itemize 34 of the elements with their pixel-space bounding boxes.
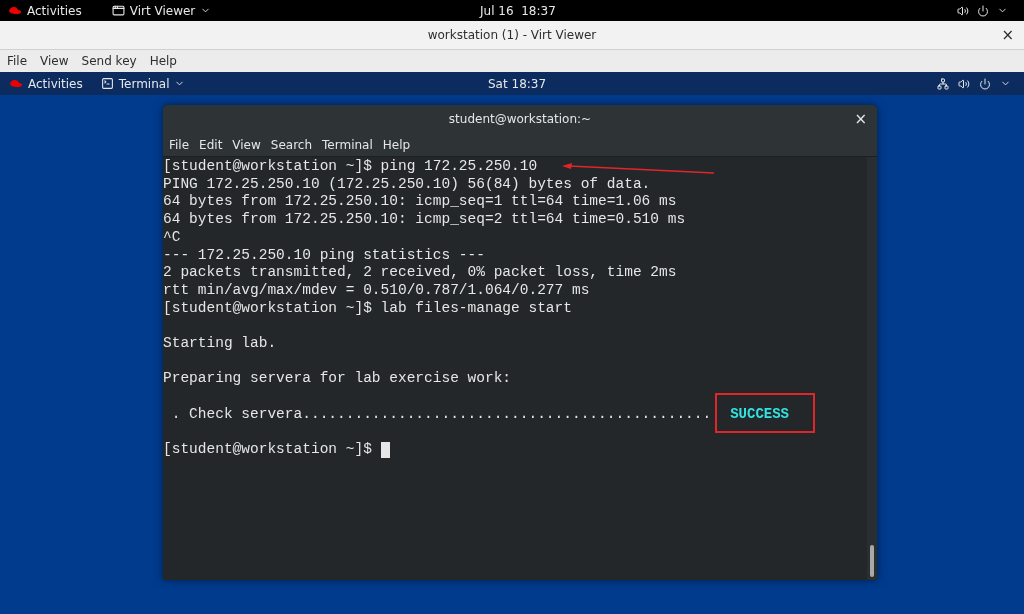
terminal-line: PING 172.25.250.10 (172.25.250.10) 56(84) bytes of data. xyxy=(163,175,651,194)
app-menu[interactable]: Virt Viewer xyxy=(129,1,196,20)
menu-item[interactable]: File xyxy=(169,135,190,154)
menu-item[interactable]: Search xyxy=(270,135,313,154)
activities-button[interactable]: Activities xyxy=(27,1,82,20)
activities-button[interactable]: Activities xyxy=(28,74,83,93)
terminal-line: ^C xyxy=(163,228,181,247)
terminal-line: Starting lab. xyxy=(163,335,277,353)
terminal-line: . Check servera............................................... xyxy=(170,405,712,424)
terminal-line: 64 bytes from 172.25.250.10: icmp_seq=2 ttl=64 time=0.510 ms xyxy=(163,211,686,229)
close-button[interactable]: × xyxy=(854,107,867,131)
terminal-line: 2 packets transmitted, 2 received, 0% packet loss, time 2ms xyxy=(163,264,677,282)
menu-item[interactable]: File xyxy=(7,52,28,70)
menu-item[interactable]: Help xyxy=(149,52,177,70)
menu-item[interactable]: View xyxy=(40,52,69,70)
close-button[interactable]: × xyxy=(1001,23,1014,47)
terminal-line: rtt min/avg/max/mdev = 0.510/0.787/1.064/0.277 ms xyxy=(163,281,590,300)
menu-item[interactable]: Terminal xyxy=(322,135,373,154)
status-text: SUCCESS xyxy=(730,405,789,422)
terminal-title: student@workstation:~ xyxy=(448,111,592,128)
menu-item[interactable]: Send key xyxy=(81,52,137,70)
app-menu[interactable]: Terminal xyxy=(118,74,170,93)
menu-item[interactable]: Help xyxy=(382,135,411,154)
terminal-line: --- 172.25.250.10 ping statistics --- xyxy=(163,246,485,265)
terminal-line: [student@workstation ~]$ ping 172.25.250.10 xyxy=(163,158,538,176)
menu-item[interactable]: Edit xyxy=(199,135,223,154)
terminal-line: [student@workstation ~]$ lab files-manage start xyxy=(163,299,572,318)
menu-item[interactable]: View xyxy=(232,135,261,154)
terminal-line: Preparing servera for lab exercise work: xyxy=(163,370,512,389)
terminal-line: 64 bytes from 172.25.250.10: icmp_seq=1 ttl=64 time=1.06 ms xyxy=(163,193,677,212)
window-title: workstation (1) - Virt Viewer xyxy=(427,27,597,44)
terminal-line: [student@workstation ~]$ xyxy=(163,441,372,459)
clock[interactable]: Sat 18:37 xyxy=(488,74,547,93)
clock[interactable]: Jul 16 18:37 xyxy=(480,1,556,20)
